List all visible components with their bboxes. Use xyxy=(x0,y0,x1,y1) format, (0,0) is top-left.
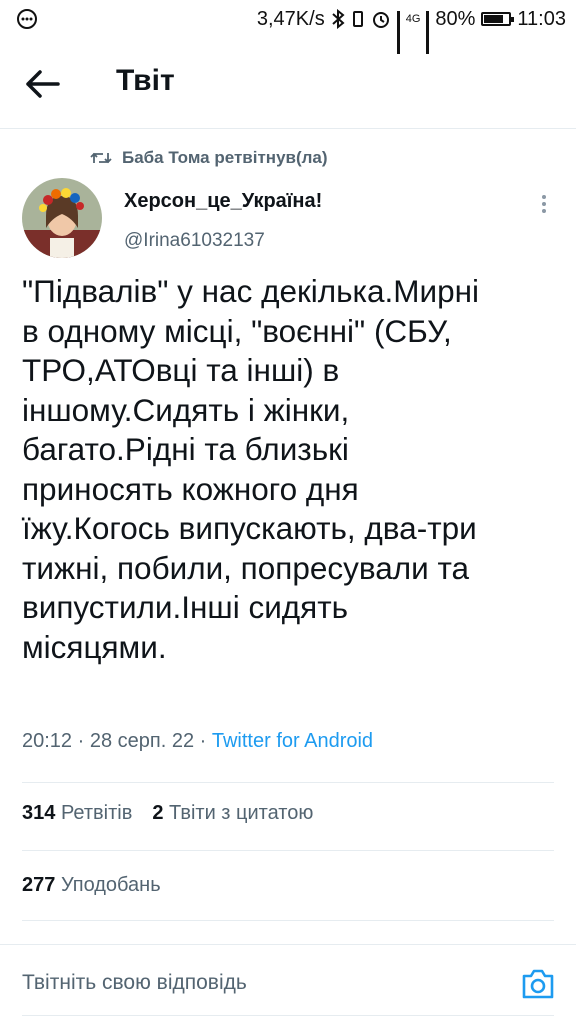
clock: 11:03 xyxy=(517,7,566,30)
tweet-stats: 314 Ретвітів 2 Твіти з цитатою xyxy=(22,802,313,825)
bluetooth-icon xyxy=(332,9,345,29)
tweet-line: їжу.Когось випускають, два-три xyxy=(22,510,477,546)
retweeted-by[interactable]: Баба Тома ретвітнув(ла) xyxy=(90,146,328,170)
tweet-line: в одному місці, "воєнні" (СБУ, xyxy=(22,312,452,349)
divider xyxy=(22,850,554,851)
author-name[interactable]: Херсон_це_Україна! xyxy=(124,190,322,213)
network-type: 4G xyxy=(405,13,421,25)
reply-input[interactable]: Твітніть свою відповідь xyxy=(22,971,482,995)
retweet-icon xyxy=(90,152,112,164)
quotes-number: 2 xyxy=(152,802,164,824)
tweet-line: приносять кожного дня xyxy=(22,470,359,507)
divider xyxy=(22,920,554,921)
quote-tweets-count[interactable]: 2 Твіти з цитатою xyxy=(152,802,313,825)
page-title: Твіт xyxy=(116,64,175,97)
likes-count[interactable]: 277 Уподобань xyxy=(22,874,161,897)
quotes-label: Твіти з цитатою xyxy=(169,802,314,824)
app-header: Твіт xyxy=(0,40,576,129)
reply-bar: Твітніть свою відповідь xyxy=(0,944,576,1025)
tweet-line: багато.Рідні та близькі xyxy=(22,431,349,467)
tweet-meta: 20:12 · 28 серп. 22 · Twitter for Androi… xyxy=(22,730,373,753)
tweet-line: випустили.Інші сидять xyxy=(22,589,349,625)
tweet-line: тижні, побили, попресували та xyxy=(22,549,470,586)
retweets-label: Ретвітів xyxy=(60,802,133,824)
retweeted-by-label: Баба Тома ретвітнув(ла) xyxy=(122,148,328,167)
back-arrow-icon[interactable] xyxy=(22,66,62,102)
tweet-line: місяцями. xyxy=(22,628,167,665)
retweets-count[interactable]: 314 Ретвітів xyxy=(22,802,132,825)
likes-number: 277 xyxy=(22,874,56,896)
meta-separator: · xyxy=(72,730,90,752)
more-options-icon[interactable] xyxy=(534,192,554,216)
tweet-date: 28 серп. 22 xyxy=(89,730,195,752)
author-avatar[interactable] xyxy=(22,178,102,258)
alarm-icon xyxy=(372,12,389,28)
camera-icon[interactable] xyxy=(520,967,556,1001)
tweet-text: "Підвалів" у нас декілька.Мирні в одному … xyxy=(22,272,562,667)
battery-icon xyxy=(481,12,515,26)
tweet-source-link[interactable]: Twitter for Android xyxy=(212,730,373,752)
author-handle[interactable]: @Irina61032137 xyxy=(124,230,265,252)
signal-icon xyxy=(396,11,400,54)
tweet-line: ТРО,АТОвці та інші) в xyxy=(22,352,340,388)
vibrate-icon xyxy=(352,11,363,27)
likes-label: Уподобань xyxy=(60,874,161,896)
meta-separator-2: · xyxy=(194,730,212,752)
divider xyxy=(22,782,554,783)
notification-icon xyxy=(17,9,37,29)
tweet-line: "Підвалів" у нас декілька.Мирні xyxy=(22,273,480,309)
reply-underline xyxy=(22,1015,554,1016)
network-speed: 3,47K/s xyxy=(256,7,325,30)
battery-percent: 80% xyxy=(435,7,476,30)
status-bar: 3,47K/s 4G 80% 11:03 xyxy=(0,0,576,54)
retweets-number: 314 xyxy=(22,802,56,824)
tweet-time: 20:12 xyxy=(22,730,73,752)
tweet-line: іншому.Сидять і жінки, xyxy=(22,391,350,428)
signal-icon-2 xyxy=(426,11,430,54)
